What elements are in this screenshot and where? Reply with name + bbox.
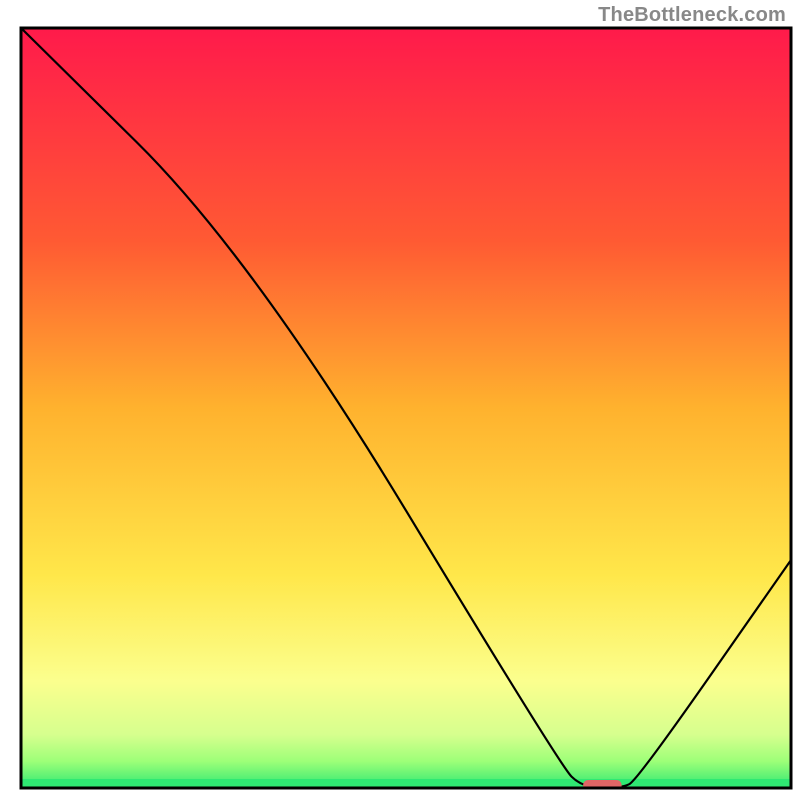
watermark-label: TheBottleneck.com (598, 4, 786, 27)
bottleneck-chart (0, 0, 800, 800)
chart-wrapper: TheBottleneck.com (0, 0, 800, 800)
